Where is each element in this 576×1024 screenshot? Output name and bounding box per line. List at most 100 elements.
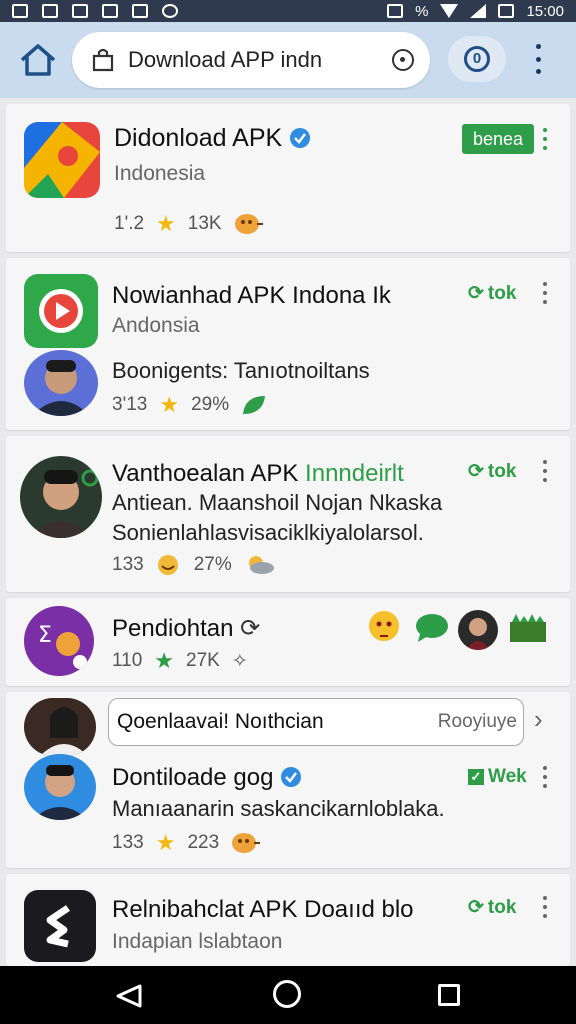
grass-icon (510, 614, 546, 642)
home-icon[interactable] (18, 42, 58, 78)
avatar (24, 754, 96, 820)
notification-icons (12, 4, 178, 18)
open-button[interactable]: ✓ Wek (468, 766, 527, 788)
downloads-count: 3'13 (112, 394, 148, 415)
more-options-icon[interactable] (542, 896, 548, 918)
weather-icon (248, 556, 274, 574)
star-icon: ★ (154, 648, 175, 673)
downloads-count: 110 (112, 650, 143, 671)
system-icons: % 15:00 (387, 3, 564, 20)
emoji-icon (234, 214, 263, 234)
app-description: Sonienlahlasvisaciklkiyalolarsol. (112, 520, 424, 545)
refresh-icon: ⟳ (468, 283, 484, 304)
app-description: Antiean. Maanshoil Nojan Nkaska (112, 490, 443, 515)
app-meta: 1'.2 ★ 13K (114, 211, 264, 237)
leaf-icon (243, 396, 266, 414)
result-card[interactable]: Nowianhad APK Indona Ik Andonsia Boonige… (6, 258, 570, 430)
verified-icon (281, 767, 302, 787)
app-title[interactable]: Vanthoealan APK Innndeirlt (112, 460, 404, 488)
tab-switcher-button[interactable]: 0 (448, 36, 506, 82)
star-icon: ★ (159, 392, 180, 417)
chat-bubble-icon (416, 614, 448, 642)
avatar (458, 610, 498, 650)
app-icon-maps (24, 122, 100, 198)
verified-icon (290, 128, 311, 148)
site-info-icon[interactable] (90, 47, 116, 73)
vibrate-icon (387, 4, 404, 18)
more-options-icon[interactable] (542, 460, 548, 482)
avatar (24, 350, 98, 416)
app-meta: 133 27% (112, 554, 276, 576)
message-icon (132, 4, 148, 18)
page-action-icon[interactable] (392, 49, 414, 71)
emoji-icon (157, 555, 178, 575)
install-button[interactable]: benea (462, 124, 534, 154)
app-meta: 110 ★ 27K ✧ (112, 648, 248, 674)
search-suggestion[interactable]: Qoenlaavai! Noıthcian Rooyiuye (108, 698, 524, 746)
app-description: Boonigents: Tanıotnoiltans (112, 358, 370, 383)
app-title[interactable]: Didonload APK (114, 124, 311, 153)
avatar (24, 698, 96, 756)
app-title[interactable]: Dontiloade gog (112, 764, 302, 792)
refresh-icon: ⟳ (468, 461, 484, 482)
downloads-count: 133 (112, 554, 144, 575)
star-icon: ★ (156, 211, 176, 236)
app-subtitle: Indapian lslabtaon (112, 930, 283, 953)
browser-toolbar: Download APP indn 0 (0, 22, 576, 98)
suggestion-hint: Rooyiuye (437, 711, 517, 732)
more-options-icon[interactable] (542, 128, 548, 150)
app-meta: 133 ★ 223 (112, 830, 261, 856)
app-subtitle: Andonsia (112, 314, 200, 337)
rating-count: 29% (191, 394, 230, 415)
url-bar[interactable]: Download APP indn (72, 32, 430, 88)
app-icon-pendiohtan: Σ (24, 606, 94, 676)
result-card[interactable]: Vanthoealan APK Innndeirlt Antiean. Maan… (6, 436, 570, 592)
result-card[interactable]: Didonload APK Indonesia 1'.2 ★ 13K benea (6, 104, 570, 252)
rating-count: 13K (187, 213, 222, 234)
more-options-icon[interactable] (542, 766, 548, 788)
back-icon[interactable] (116, 984, 142, 1008)
app-icon-capcut (24, 890, 96, 962)
app-subtitle: Indonesia (114, 162, 206, 185)
rating-count: 27K (186, 650, 220, 671)
app-icon-video (24, 274, 98, 348)
wifi-icon (440, 4, 459, 18)
app-meta: 3'13 ★ 29% (112, 392, 267, 418)
notification-icon (12, 4, 28, 18)
result-card[interactable]: Qoenlaavai! Noıthcian Rooyiuye › Dontilo… (6, 692, 570, 868)
open-button[interactable]: ⟳ tok (468, 460, 516, 483)
star-icon: ★ (155, 830, 176, 855)
home-button-icon[interactable] (273, 980, 301, 1008)
loading-icon: ⟳ (240, 615, 261, 642)
image-icon (42, 4, 58, 18)
app-title[interactable]: Pendiohtan ⟳ (112, 614, 260, 643)
chevron-right-icon[interactable]: › (534, 704, 543, 735)
open-button[interactable]: ⟳ tok (468, 282, 516, 305)
status-bar: % 15:00 (0, 0, 576, 22)
battery-icon (498, 4, 515, 18)
recent-apps-icon[interactable] (438, 984, 460, 1006)
more-options-icon[interactable] (542, 282, 548, 304)
overflow-menu-icon[interactable] (530, 44, 546, 74)
tab-count-icon: 0 (464, 46, 490, 72)
open-button[interactable]: ⟳ tok (468, 896, 516, 919)
result-card[interactable]: Σ Pendiohtan ⟳ 110 ★ 27K ✧ (6, 598, 570, 686)
signal-icon (470, 4, 487, 18)
phone-icon (102, 4, 118, 18)
gallery-icon (72, 4, 88, 18)
url-text[interactable]: Download APP indn (128, 47, 392, 73)
avatar (20, 456, 102, 538)
suggestion-text: Qoenlaavai! Noıthcian (117, 710, 324, 733)
downloads-count: 1'.2 (114, 213, 145, 234)
rating-count: 223 (187, 832, 220, 853)
app-title[interactable]: Nowianhad APK Indona Ik (112, 282, 391, 310)
navigation-bar (0, 966, 576, 1024)
downloads-count: 133 (112, 832, 144, 853)
app-description: Manıaanarin saskancikarnloblaka. (112, 796, 445, 821)
clock: 15:00 (526, 2, 564, 20)
checkbox-icon: ✓ (468, 769, 484, 785)
title-highlight: Innndeirlt (305, 460, 404, 487)
result-card[interactable]: Relnibahclat APK Doaııd blo Indapian lsl… (6, 874, 570, 966)
app-title[interactable]: Relnibahclat APK Doaııd blo (112, 896, 414, 924)
svg-text:Σ: Σ (38, 623, 52, 648)
